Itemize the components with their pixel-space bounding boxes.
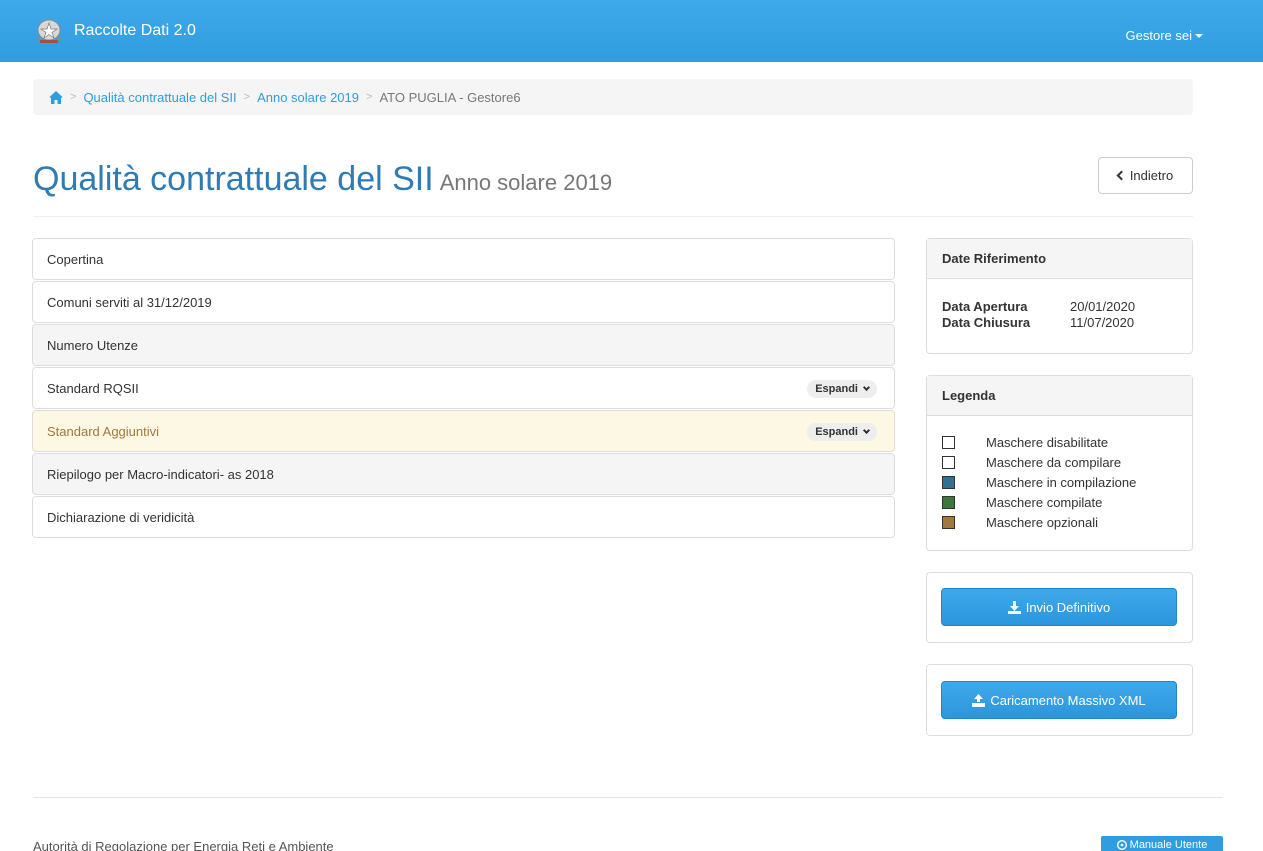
dates-panel: Date Riferimento Data Apertura 20/01/202… [926, 238, 1193, 354]
section-list: Copertina Comuni serviti al 31/12/2019 N… [32, 238, 895, 539]
back-button[interactable]: Indietro [1098, 157, 1193, 194]
chevron-left-icon [1116, 170, 1127, 181]
dates-panel-title: Date Riferimento [927, 239, 1192, 279]
page-subtitle: Anno solare 2019 [439, 170, 613, 195]
legend-panel: Legenda Maschere disabilitate Maschere d… [926, 375, 1193, 551]
page-title: Qualità contrattuale del SII Anno solare … [33, 160, 612, 199]
expand-button[interactable]: Espandi [807, 423, 877, 441]
legend-label: Maschere da compilare [986, 454, 1122, 470]
breadcrumb-separator: > [366, 91, 373, 103]
breadcrumb-separator: > [243, 91, 251, 103]
legend-item: Maschere opzionali [942, 512, 1192, 532]
legend-swatch-optional [942, 515, 955, 529]
chevron-down-icon [862, 426, 871, 434]
breadcrumb-current: ATO PUGLIA - Gestore6 [379, 89, 521, 105]
section-item-riepilogo[interactable]: Riepilogo per Macro-indicatori- as 2018 [32, 453, 895, 495]
upload-panel: Caricamento Massivo XML [926, 664, 1193, 736]
legend-label: Maschere in compilazione [986, 474, 1137, 490]
dates-panel-body: Data Apertura 20/01/2020 Data Chiusura 1… [927, 279, 1192, 331]
legend-label: Maschere opzionali [986, 514, 1099, 530]
bulk-xml-upload-button[interactable]: Caricamento Massivo XML [941, 681, 1177, 719]
section-item-numero-utenze[interactable]: Numero Utenze [32, 324, 895, 366]
brand[interactable]: Raccolte Dati 2.0 [34, 18, 196, 44]
legend-label: Maschere disabilitate [986, 434, 1109, 450]
breadcrumb-separator: > [70, 91, 77, 103]
legend-swatch-to-fill [942, 455, 955, 469]
user-manual-label: Manuale Utente [1129, 839, 1208, 851]
chevron-down-icon [862, 383, 871, 391]
section-label: Numero Utenze [47, 337, 139, 353]
footer-divider [33, 797, 1223, 798]
download-icon [1007, 600, 1021, 614]
date-value: 20/01/2020 [1070, 299, 1136, 314]
legend-item: Maschere in compilazione [942, 472, 1192, 492]
legend-label: Maschere compilate [986, 494, 1103, 510]
legend-panel-title: Legenda [927, 376, 1192, 416]
breadcrumb-link-anno[interactable]: Anno solare 2019 [257, 90, 359, 105]
date-row-apertura: Data Apertura 20/01/2020 [942, 299, 1192, 315]
back-button-label: Indietro [1129, 168, 1174, 183]
legend-item: Maschere disabilitate [942, 432, 1192, 452]
section-item-standard-rqsii[interactable]: Standard RQSII Espandi [32, 367, 895, 409]
section-label: Copertina [47, 251, 104, 267]
section-label: Standard Aggiuntivi [47, 423, 160, 439]
section-label: Comuni serviti al 31/12/2019 [47, 294, 212, 310]
caret-down-icon [1195, 33, 1203, 38]
legend-item: Maschere compilate [942, 492, 1192, 512]
home-icon[interactable] [49, 90, 63, 104]
user-menu-label: Gestore sei [1125, 28, 1192, 43]
date-label: Data Apertura [942, 299, 1028, 314]
section-item-dichiarazione[interactable]: Dichiarazione di veridicità [32, 496, 895, 538]
section-item-comuni-serviti[interactable]: Comuni serviti al 31/12/2019 [32, 281, 895, 323]
header-divider [33, 216, 1193, 217]
legend-swatch-in-progress [942, 475, 955, 489]
breadcrumb-link-qualita[interactable]: Qualità contrattuale del SII [83, 90, 236, 105]
footer-text: Autorità di Regolazione per Energia Reti… [33, 839, 334, 851]
section-label: Dichiarazione di veridicità [47, 509, 195, 525]
page-title-text: Qualità contrattuale del SII [33, 160, 434, 198]
submit-final-label: Invio Definitivo [1025, 599, 1111, 615]
legend-list: Maschere disabilitate Maschere da compil… [927, 416, 1192, 532]
legend-swatch-disabled [942, 435, 955, 449]
section-label: Standard RQSII [47, 380, 139, 396]
expand-label: Espandi [815, 426, 858, 438]
user-manual-button[interactable]: Manuale Utente [1101, 836, 1223, 851]
expand-button[interactable]: Espandi [807, 380, 877, 398]
emblem-icon [36, 19, 62, 44]
section-item-copertina[interactable]: Copertina [32, 238, 895, 280]
info-circle-icon [1116, 840, 1127, 850]
bulk-xml-upload-label: Caricamento Massivo XML [990, 692, 1146, 708]
date-row-chiusura: Data Chiusura 11/07/2020 [942, 315, 1192, 331]
legend-item: Maschere da compilare [942, 452, 1192, 472]
legend-swatch-completed [942, 495, 955, 509]
upload-icon [972, 693, 986, 707]
submit-final-button[interactable]: Invio Definitivo [941, 588, 1177, 626]
app-title: Raccolte Dati 2.0 [74, 22, 196, 39]
breadcrumb: > Qualità contrattuale del SII > Anno so… [33, 79, 1193, 115]
date-value: 11/07/2020 [1070, 315, 1135, 330]
submit-panel: Invio Definitivo [926, 572, 1193, 643]
user-menu-dropdown[interactable]: Gestore sei [1126, 28, 1203, 43]
top-navbar: Raccolte Dati 2.0 Gestore sei [0, 0, 1263, 62]
expand-label: Espandi [815, 383, 858, 395]
section-label: Riepilogo per Macro-indicatori- as 2018 [47, 466, 274, 482]
date-label: Data Chiusura [942, 315, 1031, 330]
section-item-standard-aggiuntivi[interactable]: Standard Aggiuntivi Espandi [32, 410, 895, 452]
